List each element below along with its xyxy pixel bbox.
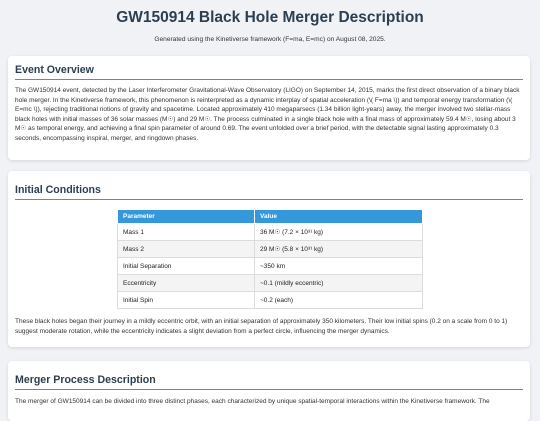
column-header-value: Value	[254, 209, 423, 224]
event-overview-section: Event Overview The GW150914 event, detec…	[8, 56, 530, 160]
event-overview-text: The GW150914 event, detected by the Lase…	[15, 87, 520, 142]
initial-conditions-section: Initial Conditions Parameter Value Mass …	[8, 171, 530, 347]
merger-process-section: Merger Process Description The merger of…	[8, 361, 530, 421]
value-cell: ~0.1 (mildly eccentric)	[254, 274, 423, 292]
parameter-cell: Initial Separation	[117, 257, 255, 275]
table-row: Mass 2 29 M☉ (5.8 × 10³¹ kg)	[117, 240, 423, 258]
value-cell: 29 M☉ (5.8 × 10³¹ kg)	[254, 240, 423, 258]
initial-conditions-note: These black holes began their journey in…	[15, 318, 508, 335]
event-overview-heading: Event Overview	[15, 56, 523, 80]
value-cell: ~0.2 (each)	[254, 291, 423, 309]
merger-process-text: The merger of GW150914 can be divided in…	[15, 398, 490, 405]
table-row: Mass 1 36 M☉ (7.2 × 10³¹ kg)	[117, 223, 423, 241]
page-subtitle: Generated using the Kinetiverse framewor…	[154, 36, 386, 43]
table-row: Initial Spin ~0.2 (each)	[117, 291, 423, 309]
column-header-parameter: Parameter	[117, 209, 255, 224]
parameter-cell: Eccentricity	[117, 274, 255, 292]
parameter-cell: Mass 1	[117, 223, 255, 241]
table-header-row: Parameter Value	[117, 209, 423, 224]
table-row: Eccentricity ~0.1 (mildly eccentric)	[117, 274, 423, 292]
page-title: GW150914 Black Hole Merger Description	[116, 9, 424, 26]
value-cell: 36 M☉ (7.2 × 10³¹ kg)	[254, 223, 423, 241]
table-row: Initial Separation ~350 km	[117, 257, 423, 275]
value-cell: ~350 km	[254, 257, 423, 275]
initial-conditions-heading: Initial Conditions	[15, 171, 523, 200]
parameter-cell: Mass 2	[117, 240, 255, 258]
merger-process-heading: Merger Process Description	[15, 361, 523, 390]
parameter-cell: Initial Spin	[117, 291, 255, 309]
initial-conditions-table: Parameter Value Mass 1 36 M☉ (7.2 × 10³¹…	[117, 209, 423, 309]
